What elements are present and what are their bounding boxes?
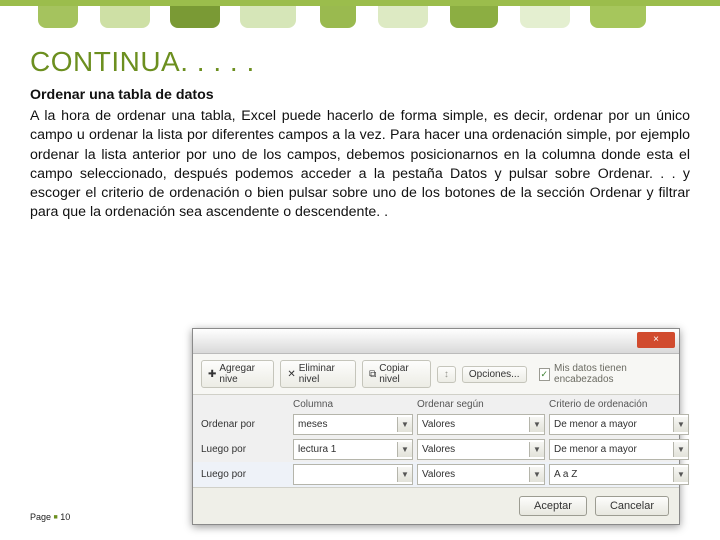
cancel-button[interactable]: Cancelar	[595, 496, 669, 516]
copy-icon: ⧉	[369, 369, 376, 380]
checkbox-icon: ✓	[539, 368, 551, 381]
chevron-down-icon: ▼	[673, 442, 688, 457]
delete-level-label: Eliminar nivel	[299, 363, 349, 385]
column-select[interactable]: meses▼	[293, 414, 413, 435]
add-level-label: Agregar nive	[219, 363, 267, 385]
move-level-button[interactable]: ↕	[437, 366, 456, 383]
sorton-select[interactable]: Valores▼	[417, 414, 545, 435]
col-sortby: Ordenar según	[417, 399, 545, 410]
decorative-top-bar	[0, 0, 720, 28]
close-button[interactable]: ×	[637, 332, 675, 348]
row-label: Ordenar por	[201, 419, 289, 430]
sorton-select[interactable]: Valores▼	[417, 464, 545, 485]
row-label: Luego por	[201, 469, 289, 480]
body-text: A la hora de ordenar una tabla, Excel pu…	[30, 108, 690, 220]
dialog-titlebar[interactable]: ×	[193, 329, 679, 354]
slide-body: Ordenar una tabla de datos A la hora de …	[0, 82, 720, 222]
chevron-down-icon: ▼	[397, 442, 412, 457]
headers-checkbox[interactable]: ✓ Mis datos tienen encabezados	[539, 363, 672, 385]
add-level-button[interactable]: ✚ Agregar nive	[201, 360, 274, 388]
updown-icon: ↕	[444, 369, 449, 380]
plus-icon: ✚	[208, 369, 216, 380]
order-select[interactable]: De menor a mayor▼	[549, 439, 689, 460]
sort-dialog: × ✚ Agregar nive ✕ Eliminar nivel ⧉ Copi…	[192, 328, 680, 525]
headers-label: Mis datos tienen encabezados	[554, 363, 671, 385]
chevron-down-icon: ▼	[673, 467, 688, 482]
sort-columns-header: Columna Ordenar según Criterio de ordena…	[193, 395, 679, 412]
delete-level-button[interactable]: ✕ Eliminar nivel	[280, 360, 356, 388]
order-select[interactable]: A a Z▼	[549, 464, 689, 485]
order-select[interactable]: De menor a mayor▼	[549, 414, 689, 435]
chevron-down-icon: ▼	[529, 417, 544, 432]
sorton-select[interactable]: Valores▼	[417, 439, 545, 460]
copy-level-label: Copiar nivel	[379, 363, 424, 385]
sort-row: Ordenar por meses▼ Valores▼ De menor a m…	[193, 412, 679, 437]
chevron-down-icon: ▼	[529, 442, 544, 457]
slide-title: CONTINUA. . . . .	[0, 28, 720, 82]
dialog-toolbar: ✚ Agregar nive ✕ Eliminar nivel ⧉ Copiar…	[193, 354, 679, 395]
sort-row: Luego por ▼ Valores▼ A a Z▼	[193, 462, 679, 487]
row-label: Luego por	[201, 444, 289, 455]
sort-row: Luego por lectura 1▼ Valores▼ De menor a…	[193, 437, 679, 462]
chevron-down-icon: ▼	[673, 417, 688, 432]
chevron-down-icon: ▼	[529, 467, 544, 482]
page-number: Page ■ 10	[30, 512, 70, 522]
column-select[interactable]: lectura 1▼	[293, 439, 413, 460]
col-column: Columna	[293, 399, 413, 410]
copy-level-button[interactable]: ⧉ Copiar nivel	[362, 360, 431, 388]
column-select[interactable]: ▼	[293, 464, 413, 485]
chevron-down-icon: ▼	[397, 467, 412, 482]
section-heading: Ordenar una tabla de datos	[30, 86, 690, 105]
accept-button[interactable]: Aceptar	[519, 496, 587, 516]
col-criteria: Criterio de ordenación	[549, 399, 689, 410]
chevron-down-icon: ▼	[397, 417, 412, 432]
x-icon: ✕	[287, 369, 295, 380]
dialog-footer: Aceptar Cancelar	[193, 487, 679, 524]
options-button[interactable]: Opciones...	[462, 366, 527, 383]
